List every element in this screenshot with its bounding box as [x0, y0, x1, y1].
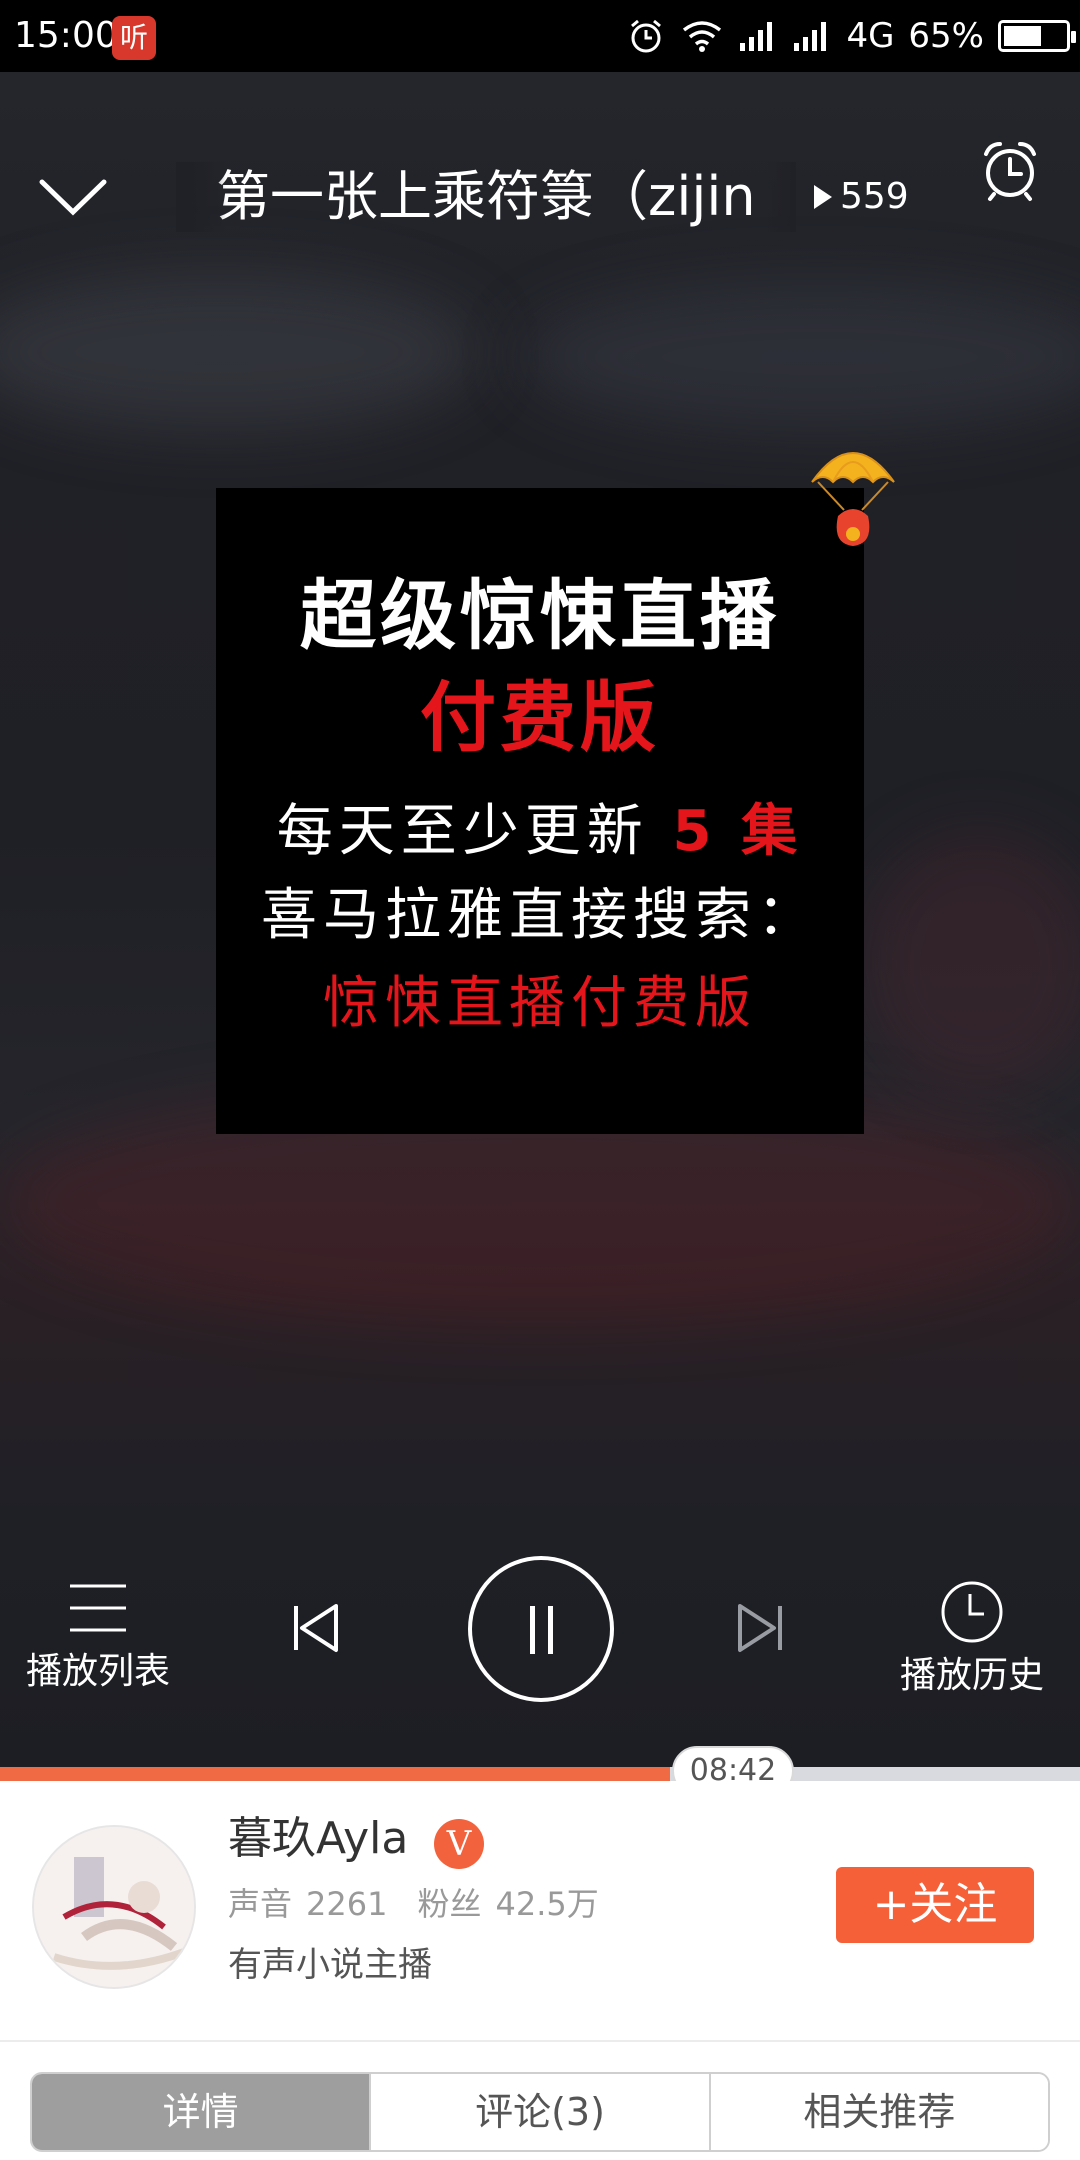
network-type: 4G [846, 16, 895, 56]
divider [0, 2040, 1080, 2042]
wifi-icon [683, 21, 722, 52]
progress-fill [0, 1767, 670, 1781]
tab-details[interactable]: 详情 [32, 2074, 370, 2150]
next-track-icon[interactable] [732, 1600, 788, 1656]
cover-line-2: 付费版 [420, 673, 660, 762]
previous-track-icon[interactable] [288, 1600, 344, 1656]
detail-tabs: 详情 评论(3) 相关推荐 [30, 2072, 1050, 2152]
cover-line-3: 每天至少更新 5 集 [216, 796, 864, 868]
fans-stat: 粉丝 42.5万 [417, 1881, 598, 1927]
sounds-label: 声音 [228, 1885, 293, 1923]
pause-button[interactable] [468, 1556, 614, 1702]
cover-line-3-number: 5 [672, 799, 718, 864]
history-clock-icon [941, 1581, 1003, 1643]
progress-bar[interactable] [0, 1767, 1080, 1781]
history-button[interactable]: 播放历史 [900, 1580, 1044, 1700]
player-top-bar: 第一张上乘符箓（zijin 559 [0, 142, 1080, 252]
playlist-label: 播放列表 [26, 1651, 171, 1692]
verified-badge: V [434, 1819, 484, 1869]
track-title-marquee: 第一张上乘符箓（zijin [176, 162, 796, 232]
status-bar: 15:00 听 4G 65% [0, 0, 1080, 72]
sounds-value: 2261 [306, 1885, 388, 1923]
app-notification-icon: 听 [112, 16, 156, 60]
alarm-clock-icon[interactable] [978, 138, 1042, 202]
album-cover[interactable]: 超级惊悚直播 付费版 每天至少更新 5 集 喜马拉雅直接搜索： 惊悚直播付费版 [216, 488, 864, 1134]
gift-parachute-icon[interactable] [808, 440, 898, 552]
fans-label: 粉丝 [417, 1885, 482, 1923]
anchor-panel: 暮玖Ayla V 声音 2261 粉丝 42.5万 有声小说主播 +关注 详情 评论… [0, 1781, 1080, 2160]
signal-icon-2 [794, 22, 827, 51]
status-icons: 4G 65% [626, 12, 1076, 60]
play-count: 559 [812, 174, 909, 220]
play-triangle-icon [814, 185, 832, 209]
cover-line-5: 惊悚直播付费版 [323, 971, 757, 1036]
follow-button[interactable]: +关注 [836, 1867, 1034, 1943]
play-count-value: 559 [840, 176, 909, 217]
tab-recommendations[interactable]: 相关推荐 [708, 2074, 1048, 2150]
track-title: 第一张上乘符箓（zijin [216, 165, 756, 228]
cover-line-3-suffix: 集 [741, 799, 804, 864]
sounds-stat: 声音 2261 [228, 1881, 387, 1927]
playlist-button[interactable]: 播放列表 [26, 1580, 170, 1696]
anchor-bio: 有声小说主播 [228, 1945, 432, 1985]
fans-value: 42.5万 [495, 1885, 599, 1923]
chevron-down-icon[interactable] [36, 172, 110, 222]
battery-icon [998, 20, 1076, 52]
cover-line-4: 喜马拉雅直接搜索： [261, 883, 819, 948]
signal-icon-1 [740, 22, 773, 51]
cover-line-1: 超级惊悚直播 [300, 571, 780, 660]
avatar[interactable] [32, 1825, 196, 1989]
cover-line-3-prefix: 每天至少更新 [276, 799, 649, 864]
list-icon [70, 1584, 126, 1632]
alarm-status-icon [631, 19, 662, 53]
battery-percent: 65% [908, 16, 984, 56]
anchor-name[interactable]: 暮玖Ayla [228, 1809, 408, 1869]
tab-comments[interactable]: 评论(3) [369, 2074, 709, 2150]
status-time: 15:00 [14, 15, 118, 56]
anchor-stats: 声音 2261 粉丝 42.5万 [228, 1881, 599, 1927]
history-label: 播放历史 [900, 1655, 1045, 1696]
